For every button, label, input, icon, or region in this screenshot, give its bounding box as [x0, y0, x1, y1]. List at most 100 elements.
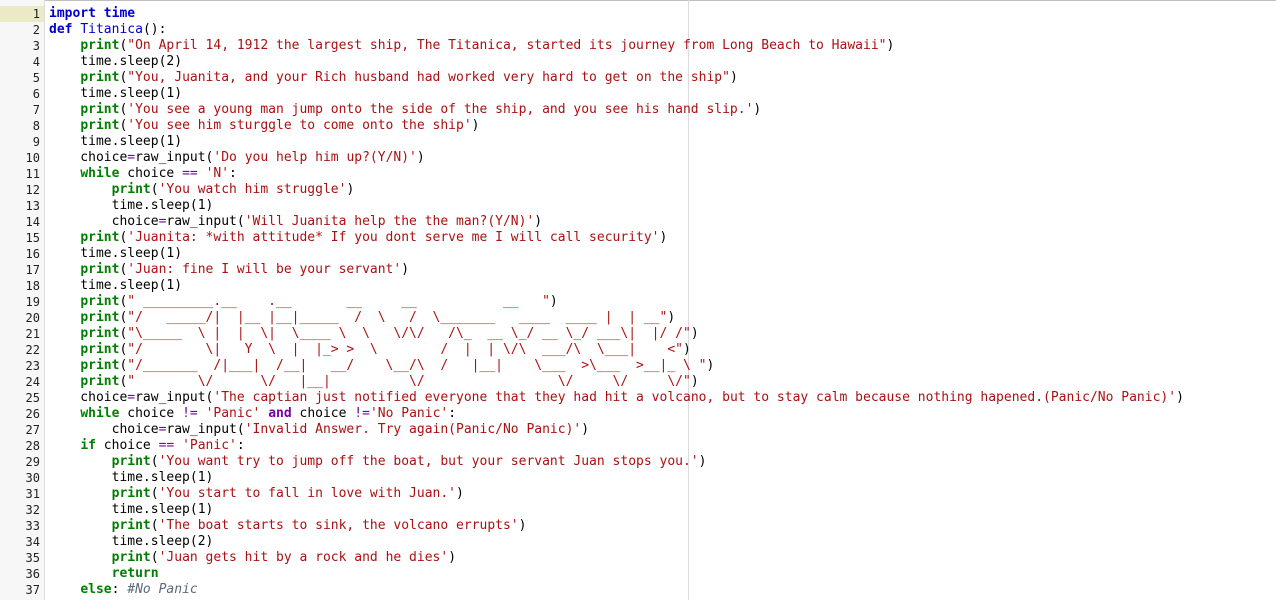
code-token: print — [80, 374, 120, 389]
code-token: : — [448, 406, 457, 421]
line-number: 37 — [25, 583, 40, 597]
code-token: print — [80, 310, 120, 325]
line-number: 31 — [25, 487, 40, 501]
code-token: " \/ \/ |__| \/ \/ \/ \/" — [127, 374, 691, 389]
code-token: ) — [174, 246, 183, 261]
code-token: "/ \| Y \ | |_> > \ / | | \/\ ___/\ \___… — [127, 342, 683, 357]
code-token: ) — [690, 326, 699, 341]
code-token: print — [111, 182, 151, 197]
code-token: ) — [174, 86, 183, 101]
line-number: 35 — [25, 551, 40, 565]
line-number: 20 — [25, 311, 40, 325]
code-token: ) — [729, 70, 738, 85]
line-code: time.sleep(1) — [49, 470, 214, 486]
code-token: def — [49, 22, 73, 37]
code-token: == — [158, 438, 175, 453]
code-token: ) — [205, 534, 214, 549]
code-token: print — [80, 118, 120, 133]
code-token: time.sleep( — [49, 198, 198, 213]
line-code: time.sleep(1) — [49, 86, 182, 102]
line-code: print("\_____ \ | | \| \____ \ \ \/\/ /\… — [49, 326, 699, 342]
code-token: 1 — [197, 502, 206, 517]
line-number: 5 — [32, 71, 40, 85]
code-token: else — [80, 582, 112, 597]
code-token: print — [80, 294, 120, 309]
line-number: 4 — [32, 55, 40, 69]
code-token: time.sleep( — [49, 246, 167, 261]
code-token: 1 — [197, 470, 206, 485]
line-code: else: #No Panic — [49, 582, 197, 598]
code-token: time.sleep( — [49, 54, 167, 69]
line-code: print('You see a young man jump onto the… — [49, 102, 761, 118]
code-token: while — [80, 166, 120, 181]
code-token: choice — [49, 422, 159, 437]
code-editor[interactable]: 1 import time 2 def Titanica(): 3 print("On … — [0, 0, 1276, 600]
print-margin-line — [688, 0, 689, 600]
code-token: print — [80, 230, 120, 245]
code-token: ( — [150, 454, 159, 469]
code-token: print — [80, 326, 120, 341]
line-number: 26 — [25, 407, 40, 421]
code-token: "You, Juanita, and your Rich husband had… — [127, 70, 730, 85]
line-number: 9 — [32, 135, 40, 149]
code-token: : — [229, 166, 237, 181]
code-token: 'No Panic' — [369, 406, 449, 421]
code-token: 'Invalid Answer. Try again(Panic/No Pani… — [244, 422, 582, 437]
line-number: 36 — [25, 567, 40, 581]
line-number: 1 — [32, 7, 40, 21]
code-token: = — [127, 390, 136, 405]
code-token: choice — [119, 406, 183, 421]
code-token: print — [80, 358, 120, 373]
code-token: "/ _____/| |__ |__|_____ / \ / \_______ … — [127, 310, 668, 325]
code-token: ) — [205, 502, 214, 517]
code-token: time.sleep( — [49, 534, 198, 549]
code-token: ) — [401, 262, 410, 277]
line-number: 22 — [25, 343, 40, 357]
code-token: choice — [49, 390, 128, 405]
line-code: print('You start to fall in love with Ju… — [49, 486, 464, 502]
code-token: print — [80, 38, 120, 53]
line-code: time.sleep(2) — [49, 54, 182, 70]
code-token: choice — [291, 406, 355, 421]
code-token: : — [111, 582, 128, 597]
code-token: ) — [205, 470, 214, 485]
line-code: choice=raw_input('Do you help him up?(Y/… — [49, 150, 424, 166]
line-code: print("/ _____/| |__ |__|_____ / \ / \__… — [49, 310, 675, 326]
line-number: 11 — [25, 167, 40, 181]
line-number: 13 — [25, 199, 40, 213]
code-token: "/_______ /|___| /__| __/ \__/\ / |__| \… — [127, 358, 707, 373]
line-number: 25 — [25, 391, 40, 405]
code-token: ) — [1176, 390, 1184, 405]
code-token: print — [80, 70, 120, 85]
code-token: 'Juanita: *with attitude* If you dont se… — [127, 230, 660, 245]
line-code: time.sleep(1) — [49, 134, 182, 150]
code-token: while — [80, 406, 120, 421]
code-token: = — [127, 150, 136, 165]
line-code: print(" \/ \/ |__| \/ \/ \/ \/") — [49, 374, 698, 390]
code-token: 'You see him sturggle to come onto the s… — [127, 118, 472, 133]
code-token: 1 — [197, 198, 206, 213]
line-number: 33 — [25, 519, 40, 533]
code-token: ) — [205, 198, 214, 213]
code-token: ) — [581, 422, 590, 437]
code-token: time.sleep( — [49, 502, 198, 517]
code-token: return — [111, 566, 159, 581]
line-code: time.sleep(1) — [49, 246, 182, 262]
line-number: 21 — [25, 327, 40, 341]
code-token: ) — [346, 182, 355, 197]
code-token: 'You see a young man jump onto the side … — [127, 102, 754, 117]
code-token: ) — [174, 54, 183, 69]
code-token: print — [111, 550, 151, 565]
